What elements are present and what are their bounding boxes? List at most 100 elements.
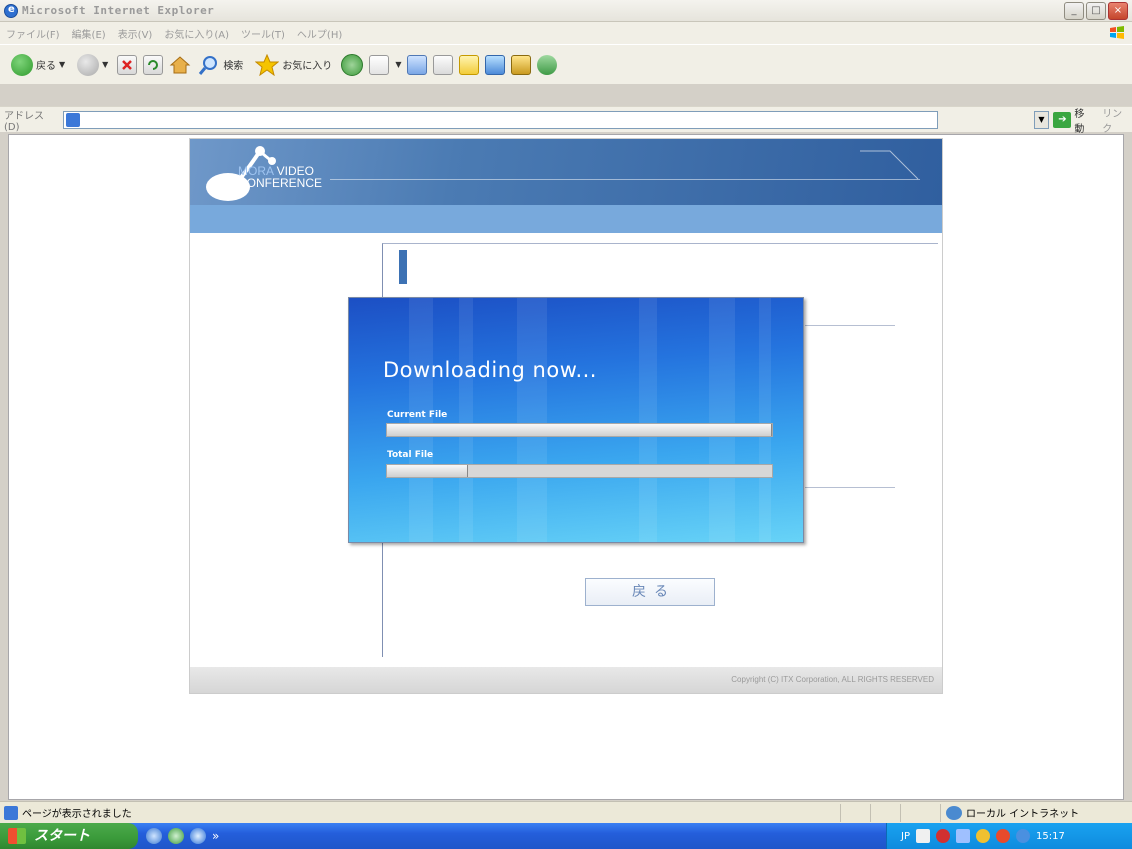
favorites-label: お気に入り xyxy=(282,61,333,72)
chevron-down-icon[interactable]: ▼ xyxy=(395,60,401,69)
ime-mode-icon[interactable] xyxy=(955,829,970,843)
alert-icon[interactable] xyxy=(995,829,1010,843)
dialog-stripe xyxy=(517,298,547,542)
dialog-stripe xyxy=(409,298,433,542)
back-nav-button[interactable]: 戻る ▼ xyxy=(8,50,68,80)
total-file-progress xyxy=(386,464,773,478)
content-divider xyxy=(805,487,895,488)
current-file-fill xyxy=(387,424,772,436)
messenger-icon[interactable] xyxy=(485,54,506,75)
toolbar: 戻る ▼ ▼ 検索 お気に入り ▼ xyxy=(0,44,1132,84)
language-indicator[interactable]: JP xyxy=(901,831,910,842)
start-label: スタート xyxy=(34,828,90,844)
menu-file[interactable]: ファイル(F) xyxy=(6,26,60,41)
mail-icon[interactable] xyxy=(369,54,390,75)
windows-logo-icon xyxy=(1110,26,1124,39)
page-done-icon xyxy=(4,805,18,820)
forward-nav-button[interactable]: ▼ xyxy=(74,50,111,80)
smiley-icon[interactable] xyxy=(975,829,990,843)
forward-arrow-icon xyxy=(77,53,100,76)
header-decoration xyxy=(860,150,919,180)
menu-tools[interactable]: ツール(T) xyxy=(241,26,285,41)
address-dropdown-button[interactable]: ▼ xyxy=(1033,110,1050,129)
system-tray: JP 15:17 xyxy=(886,823,1132,849)
clock: 15:17 xyxy=(1035,830,1065,842)
research-icon[interactable] xyxy=(511,54,532,75)
messenger-quick-icon[interactable] xyxy=(168,828,184,844)
ie-quick-icon[interactable] xyxy=(190,828,206,844)
start-button[interactable]: スタート xyxy=(0,823,138,849)
header-line xyxy=(330,179,920,180)
menu-bar: ファイル(F) 編集(E) 表示(V) お気に入り(A) ツール(T) ヘルプ(… xyxy=(0,22,1132,44)
page-subbar xyxy=(190,205,942,233)
dialog-stripe xyxy=(709,298,735,542)
total-file-label: Total File xyxy=(387,450,434,460)
ie-icon xyxy=(4,3,18,18)
ime-icon[interactable] xyxy=(915,829,930,843)
logo-text: MORA VIDEO CONFERENCE xyxy=(238,165,322,189)
status-divider xyxy=(840,804,841,822)
chevron-down-icon[interactable]: ▼ xyxy=(102,60,108,69)
print-icon[interactable] xyxy=(407,54,428,75)
address-bar: アドレス(D) ▼ ➔ 移動 リンク xyxy=(0,105,1132,135)
security-zone[interactable]: ローカル イントラネット xyxy=(946,805,1079,820)
folder-icon[interactable] xyxy=(459,54,480,75)
dialog-stripe xyxy=(759,298,771,542)
search-label: 検索 xyxy=(223,61,244,72)
favorites-star-icon xyxy=(255,53,280,76)
search-button[interactable]: 検索 xyxy=(195,50,246,80)
address-input[interactable] xyxy=(63,110,938,129)
chevron-down-icon[interactable]: ▼ xyxy=(59,60,65,69)
refresh-icon[interactable] xyxy=(143,54,164,75)
dialog-stripe xyxy=(459,298,473,542)
back-arrow-icon xyxy=(11,53,33,76)
back-nav-label: 戻る xyxy=(36,61,56,72)
intranet-globe-icon xyxy=(946,805,962,820)
menu-edit[interactable]: 編集(E) xyxy=(72,26,106,41)
zone-label: ローカル イントラネット xyxy=(966,809,1080,820)
content-divider xyxy=(805,325,895,326)
quick-launch: » xyxy=(146,828,219,844)
taskbar: スタート » JP 15:17 xyxy=(0,823,1132,849)
address-label: アドレス(D) xyxy=(4,110,44,133)
maximize-button[interactable]: □ xyxy=(1086,2,1106,20)
go-label: 移動 xyxy=(1074,108,1085,135)
windows-flag-icon xyxy=(8,828,26,844)
title-bar: Microsoft Internet Explorer _ □ × xyxy=(0,0,1132,22)
status-text: ページが表示されました xyxy=(22,809,132,820)
copyright-text: Copyright (C) ITX Corporation, ALL RIGHT… xyxy=(190,667,942,693)
window-title: Microsoft Internet Explorer xyxy=(22,4,215,17)
go-button[interactable]: ➔ 移動 xyxy=(1053,105,1094,135)
history-icon[interactable] xyxy=(341,53,364,76)
users-icon[interactable] xyxy=(537,54,558,75)
menu-view[interactable]: 表示(V) xyxy=(118,26,153,41)
logo-conference: CONFERENCE xyxy=(238,176,323,190)
download-title: Downloading now... xyxy=(383,358,597,382)
window-controls: _ □ × xyxy=(1064,2,1128,20)
total-file-fill xyxy=(387,465,468,477)
status-bar: ページが表示されました ローカル イントラネット xyxy=(0,801,1132,823)
menu-favorites[interactable]: お気に入り(A) xyxy=(164,26,229,41)
desktop-icon[interactable] xyxy=(146,828,162,844)
links-button[interactable]: リンク xyxy=(1102,105,1132,135)
status-divider xyxy=(870,804,871,822)
page-header: MORA VIDEO CONFERENCE xyxy=(190,139,942,205)
quick-launch-more[interactable]: » xyxy=(212,829,219,843)
favorites-button[interactable]: お気に入り xyxy=(252,50,335,80)
menu-help[interactable]: ヘルプ(H) xyxy=(297,26,342,41)
status-divider xyxy=(940,804,941,822)
stop-icon[interactable] xyxy=(117,54,138,75)
section-marker xyxy=(399,250,407,284)
minimize-button[interactable]: _ xyxy=(1064,2,1084,20)
current-file-label: Current File xyxy=(387,410,448,420)
close-button[interactable]: × xyxy=(1108,2,1128,20)
go-arrow-icon: ➔ xyxy=(1053,111,1072,128)
home-icon[interactable] xyxy=(169,55,191,75)
current-file-progress xyxy=(386,423,773,437)
back-button[interactable]: 戻る xyxy=(585,578,715,606)
search-icon xyxy=(199,55,218,75)
status-divider xyxy=(900,804,901,822)
edit-icon[interactable] xyxy=(433,54,454,75)
security-icon[interactable] xyxy=(935,829,950,843)
network-icon[interactable] xyxy=(1015,829,1030,843)
